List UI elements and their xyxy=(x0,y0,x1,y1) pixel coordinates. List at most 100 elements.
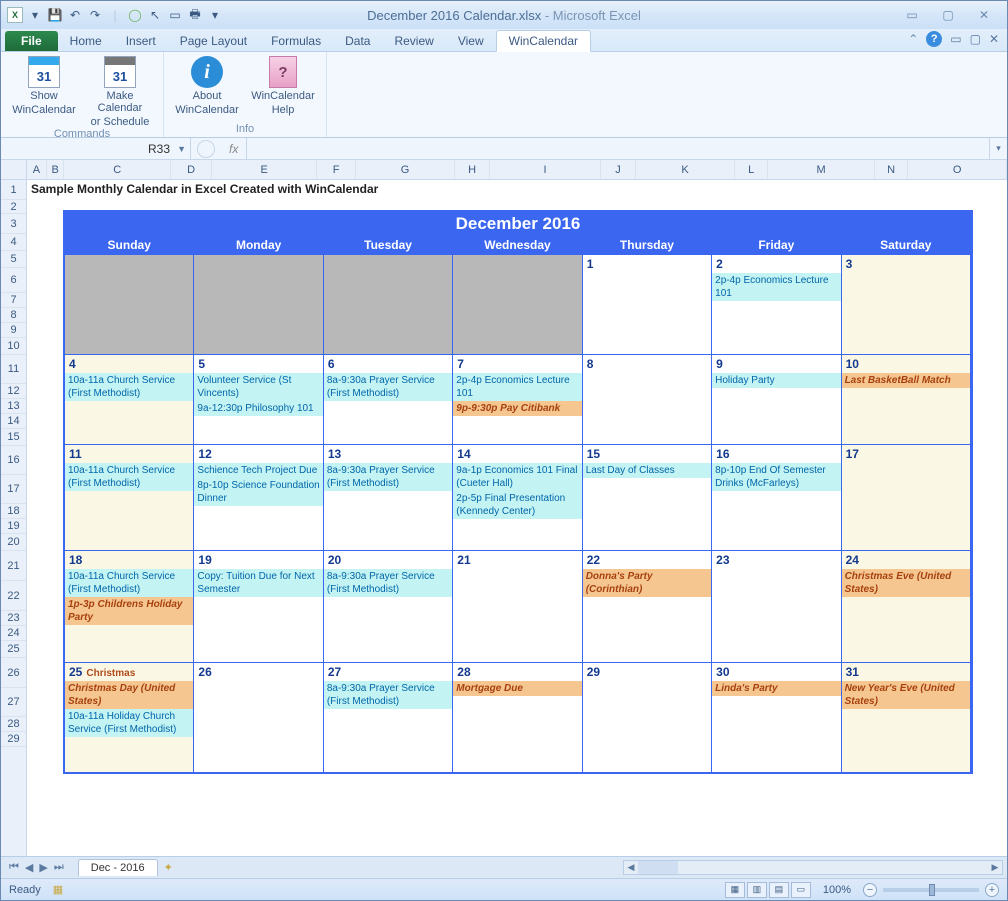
select-all-corner[interactable] xyxy=(1,160,26,180)
help-icon[interactable]: ? xyxy=(926,31,942,47)
row-header-4[interactable]: 4 xyxy=(1,234,26,251)
calendar-cell[interactable]: 208a-9:30a Prayer Service (First Methodi… xyxy=(324,550,453,662)
row-header-22[interactable]: 22 xyxy=(1,581,26,611)
row-header-29[interactable]: 29 xyxy=(1,732,26,747)
row-header-13[interactable]: 13 xyxy=(1,399,26,414)
about-wincalendar-button[interactable]: i About WinCalendar xyxy=(174,56,240,123)
col-header-J[interactable]: J xyxy=(601,160,637,179)
col-header-E[interactable]: E xyxy=(212,160,317,179)
row-header-18[interactable]: 18 xyxy=(1,504,26,519)
calendar-cell[interactable] xyxy=(453,254,582,354)
zoom-out-button[interactable]: − xyxy=(863,883,877,897)
col-header-I[interactable]: I xyxy=(490,160,600,179)
scroll-left-icon[interactable]: ◀ xyxy=(624,861,638,874)
formula-expand-icon[interactable]: ▾ xyxy=(989,138,1007,159)
ribbon-collapse-icon[interactable]: ⌃ xyxy=(908,32,918,46)
tab-view[interactable]: View xyxy=(446,31,496,51)
close-button[interactable]: ✕ xyxy=(973,7,995,23)
pagebreak-view-button[interactable]: ▤ xyxy=(769,882,789,898)
calendar-cell[interactable]: 23 xyxy=(712,550,841,662)
tab-wincalendar[interactable]: WinCalendar xyxy=(496,30,591,52)
calendar-event[interactable]: 10a-11a Church Service (First Methodist) xyxy=(65,373,193,401)
calendar-event[interactable]: 1p-3p Childrens Holiday Party xyxy=(65,597,193,625)
normal-view-button[interactable]: ▦ xyxy=(725,882,745,898)
row-header-24[interactable]: 24 xyxy=(1,626,26,641)
minimize-button[interactable]: ▭ xyxy=(901,7,923,23)
sheet-tab[interactable]: Dec - 2016 xyxy=(78,859,158,876)
calendar-event[interactable]: Copy: Tuition Due for Next Semester xyxy=(194,569,322,597)
col-header-M[interactable]: M xyxy=(768,160,874,179)
cursor-icon[interactable]: ↖ xyxy=(147,7,163,23)
row-header-11[interactable]: 11 xyxy=(1,355,26,384)
row-header-25[interactable]: 25 xyxy=(1,641,26,658)
calendar-event[interactable]: 10a-11a Church Service (First Methodist) xyxy=(65,569,193,597)
row-header-12[interactable]: 12 xyxy=(1,384,26,399)
calendar-event[interactable]: 10a-11a Church Service (First Methodist) xyxy=(65,463,193,491)
calendar-cell[interactable]: 15 Last Day of Classes xyxy=(583,444,712,550)
calendar-cell[interactable]: 31 New Year's Eve (United States) xyxy=(842,662,971,772)
row-header-20[interactable]: 20 xyxy=(1,534,26,551)
calendar-event[interactable]: 8p-10p Science Foundation Dinner xyxy=(194,478,322,506)
macro-record-icon[interactable]: ▦ xyxy=(53,883,63,896)
row-header-23[interactable]: 23 xyxy=(1,611,26,626)
col-header-N[interactable]: N xyxy=(875,160,909,179)
calendar-event[interactable]: New Year's Eve (United States) xyxy=(842,681,970,709)
worksheet[interactable]: Sample Monthly Calendar in Excel Created… xyxy=(27,180,1007,856)
custom-view-button[interactable]: ▭ xyxy=(791,882,811,898)
row-header-15[interactable]: 15 xyxy=(1,429,26,446)
zoom-level[interactable]: 100% xyxy=(823,884,851,896)
calendar-event[interactable]: 2p-4p Economics Lecture 101 xyxy=(453,373,581,401)
col-header-F[interactable]: F xyxy=(317,160,356,179)
calendar-event[interactable]: 2p-4p Economics Lecture 101 xyxy=(712,273,840,301)
down-icon[interactable]: ▾ xyxy=(27,7,43,23)
calendar-cell[interactable]: 22p-4p Economics Lecture 101 xyxy=(712,254,841,354)
show-wincalendar-button[interactable]: 31 Show WinCalendar xyxy=(11,56,77,128)
row-header-19[interactable]: 19 xyxy=(1,519,26,534)
calendar-cell[interactable]: 410a-11a Church Service (First Methodist… xyxy=(65,354,194,444)
row-header-17[interactable]: 17 xyxy=(1,475,26,504)
row-header-21[interactable]: 21 xyxy=(1,551,26,581)
calendar-cell[interactable]: 29 xyxy=(583,662,712,772)
col-header-K[interactable]: K xyxy=(636,160,735,179)
row-header-3[interactable]: 3 xyxy=(1,214,26,234)
col-header-O[interactable]: O xyxy=(908,160,1007,179)
calendar-event[interactable]: 8a-9:30a Prayer Service (First Methodist… xyxy=(324,373,452,401)
next-sheet-icon[interactable]: ▶ xyxy=(37,861,49,874)
name-box[interactable]: R33▼ xyxy=(1,138,191,159)
ribbon-close-icon[interactable]: ✕ xyxy=(989,32,999,46)
last-sheet-icon[interactable]: ⏭ xyxy=(52,861,66,874)
prev-sheet-icon[interactable]: ◀ xyxy=(23,861,35,874)
pagelayout-view-button[interactable]: ▥ xyxy=(747,882,767,898)
calendar-event[interactable]: Schience Tech Project Due xyxy=(194,463,322,478)
calendar-cell[interactable]: 30 Linda's Party xyxy=(712,662,841,772)
calendar-event[interactable]: 8a-9:30a Prayer Service (First Methodist… xyxy=(324,463,452,491)
col-header-H[interactable]: H xyxy=(455,160,491,179)
tab-file[interactable]: File xyxy=(5,31,58,51)
tab-formulas[interactable]: Formulas xyxy=(259,31,333,51)
row-header-1[interactable]: 1 xyxy=(1,180,26,200)
tab-data[interactable]: Data xyxy=(333,31,382,51)
calendar-cell[interactable]: 149a-1p Economics 101 Final (Cueter Hall… xyxy=(453,444,582,550)
col-header-C[interactable]: C xyxy=(64,160,170,179)
formula-input[interactable] xyxy=(246,138,989,159)
wincalendar-help-button[interactable]: ? WinCalendar Help xyxy=(250,56,316,123)
calendar-cell[interactable]: 72p-4p Economics Lecture 1019p-9:30p Pay… xyxy=(453,354,582,444)
cancel-formula-icon[interactable] xyxy=(197,140,215,158)
calendar-cell[interactable]: 1810a-11a Church Service (First Methodis… xyxy=(65,550,194,662)
sheet-title-cell[interactable]: Sample Monthly Calendar in Excel Created… xyxy=(31,182,378,196)
row-header-5[interactable]: 5 xyxy=(1,251,26,268)
horizontal-scrollbar[interactable]: ◀ ▶ xyxy=(623,860,1003,875)
calendar-cell[interactable]: 1 xyxy=(583,254,712,354)
col-header-L[interactable]: L xyxy=(735,160,769,179)
calendar-event[interactable]: Mortgage Due xyxy=(453,681,581,696)
calendar-cell[interactable]: 8 xyxy=(583,354,712,444)
calendar-cell[interactable]: 24 Christmas Eve (United States) xyxy=(842,550,971,662)
tab-page-layout[interactable]: Page Layout xyxy=(168,31,259,51)
row-header-6[interactable]: 6 xyxy=(1,268,26,293)
first-sheet-icon[interactable]: ⏮ xyxy=(7,861,21,874)
calendar-event[interactable]: Christmas Eve (United States) xyxy=(842,569,970,597)
calendar-cell[interactable] xyxy=(324,254,453,354)
calendar-cell[interactable]: 19 Copy: Tuition Due for Next Semester xyxy=(194,550,323,662)
calendar-event[interactable]: 8a-9:30a Prayer Service (First Methodist… xyxy=(324,569,452,597)
calendar-event[interactable]: Linda's Party xyxy=(712,681,840,696)
